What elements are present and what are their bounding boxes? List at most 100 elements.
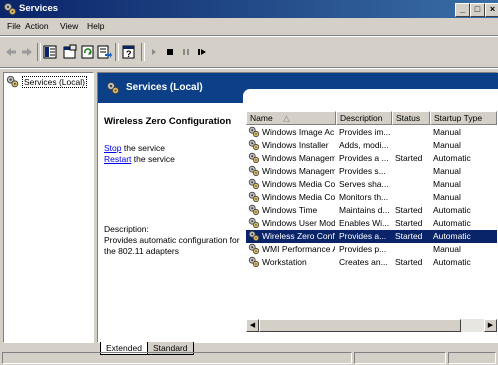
svg-text:?: ? <box>126 49 132 59</box>
column-name-label: Name <box>250 113 273 123</box>
table-row[interactable]: Workstation Creates an... Started Automatic <box>246 256 497 269</box>
toolbar: ? <box>0 37 498 67</box>
service-name: Wireless Zero Configuration <box>104 116 232 127</box>
stop-icon[interactable] <box>162 44 178 60</box>
service-description-cell: Provides s... <box>339 166 386 176</box>
table-row[interactable]: Windows Managem... Provides a ... Started A… <box>246 152 497 165</box>
close-button[interactable]: × <box>485 3 498 17</box>
stop-suffix: the service <box>121 143 165 153</box>
service-name-cell: Wireless Zero Confi... <box>262 231 335 241</box>
gears-icon <box>6 75 19 88</box>
pause-icon[interactable] <box>178 44 194 60</box>
service-status-cell: Started <box>395 218 423 228</box>
menu-bar: File Action View Help <box>0 18 498 35</box>
description-label: Description: <box>104 224 149 234</box>
service-startup-cell: Manual <box>433 140 461 150</box>
scroll-thumb[interactable] <box>259 319 461 332</box>
description-text: Provides automatic configuration for the… <box>104 235 240 256</box>
service-name-cell: Windows Media Con... <box>262 192 335 202</box>
refresh-icon[interactable] <box>80 44 96 60</box>
column-header-description[interactable]: Description <box>336 111 392 125</box>
service-status-cell: Started <box>395 257 423 267</box>
show-hide-tree-icon[interactable] <box>42 44 58 60</box>
service-startup-cell: Manual <box>433 166 461 176</box>
column-header-status[interactable]: Status <box>392 111 430 125</box>
pane-title: Services (Local) <box>126 82 203 93</box>
stop-service-link[interactable]: Stop <box>104 143 122 153</box>
service-gear-icon <box>248 191 260 203</box>
minimize-button[interactable]: _ <box>455 3 470 17</box>
service-name-cell: Windows Managem... <box>262 166 335 176</box>
window-title: Services <box>19 3 59 14</box>
table-row[interactable]: WMI Performance A... Provides p... Manual <box>246 243 497 256</box>
horizontal-scrollbar[interactable]: ◀ ▶ <box>246 319 497 332</box>
back-icon[interactable] <box>3 44 19 60</box>
service-description-cell: Adds, modi... <box>339 140 389 150</box>
service-description-cell: Creates an... <box>339 257 388 267</box>
service-startup-cell: Automatic <box>433 231 471 241</box>
column-header-name[interactable]: Name △ <box>246 111 336 125</box>
restart-suffix: the service <box>131 154 175 164</box>
service-description-cell: Serves sha... <box>339 179 389 189</box>
menu-action[interactable]: Action <box>25 21 49 31</box>
restart-icon[interactable] <box>194 44 210 60</box>
service-status-cell: Started <box>395 153 423 163</box>
toolbar-separator <box>115 43 119 61</box>
table-row[interactable]: Windows Installer Adds, modi... Manual <box>246 139 497 152</box>
service-gear-icon <box>248 230 260 242</box>
service-description-cell: Monitors th... <box>339 192 389 202</box>
maximize-button[interactable]: □ <box>470 3 485 17</box>
status-panel-3 <box>448 352 496 364</box>
toolbar-separator <box>37 43 41 61</box>
service-actions: Stop the service Restart the service <box>104 143 175 165</box>
start-icon[interactable] <box>146 44 162 60</box>
service-startup-cell: Automatic <box>433 205 471 215</box>
service-startup-cell: Manual <box>433 192 461 202</box>
title-bar[interactable]: Services _ □ × <box>0 0 498 18</box>
table-row[interactable]: Windows Managem... Provides s... Manual <box>246 165 497 178</box>
scroll-left-button[interactable]: ◀ <box>246 319 259 332</box>
service-description-cell: Provides a ... <box>339 153 389 163</box>
table-row[interactable]: Windows Media Con... Monitors th... Manual <box>246 191 497 204</box>
tree-pane[interactable]: Services (Local) <box>3 72 94 343</box>
service-gear-icon <box>248 165 260 177</box>
restart-service-link[interactable]: Restart <box>104 154 131 164</box>
table-row[interactable]: Windows Image Ac... Provides im... Manual <box>246 126 497 139</box>
service-gear-icon <box>248 256 260 268</box>
gears-icon <box>3 2 17 16</box>
service-name-cell: Windows Image Ac... <box>262 127 335 137</box>
menu-help[interactable]: Help <box>87 21 104 31</box>
service-startup-cell: Automatic <box>433 153 471 163</box>
menu-view[interactable]: View <box>60 21 78 31</box>
status-panel-main <box>2 352 352 364</box>
service-startup-cell: Automatic <box>433 257 471 267</box>
help-icon[interactable]: ? <box>121 44 137 60</box>
service-name-cell: Windows User Mod... <box>262 218 335 228</box>
services-list[interactable]: Name △ Description Status Startup Type W… <box>246 111 497 333</box>
table-row[interactable]: Wireless Zero Confi... Provides a... Start… <box>246 230 497 243</box>
service-startup-cell: Manual <box>433 244 461 254</box>
column-header-startup-type[interactable]: Startup Type <box>430 111 497 125</box>
service-gear-icon <box>248 243 260 255</box>
tree-node-label: Services (Local) <box>22 76 87 88</box>
toolbar-separator <box>141 43 145 61</box>
service-description-cell: Provides p... <box>339 244 387 254</box>
service-name-cell: Windows Media Con... <box>262 179 335 189</box>
export-list-icon[interactable] <box>96 44 112 60</box>
toolbar-divider <box>0 67 498 69</box>
properties-icon[interactable] <box>62 44 78 60</box>
forward-icon[interactable] <box>19 44 35 60</box>
service-description-cell: Provides a... <box>339 231 387 241</box>
menu-file[interactable]: File <box>7 21 21 31</box>
gears-icon <box>106 81 120 95</box>
table-row[interactable]: Windows Time Maintains d... Started Automat… <box>246 204 497 217</box>
service-description-cell: Maintains d... <box>339 205 390 215</box>
service-gear-icon <box>248 152 260 164</box>
service-name-cell: Windows Managem... <box>262 153 335 163</box>
scroll-right-button[interactable]: ▶ <box>484 319 497 332</box>
table-row[interactable]: Windows User Mod... Enables Wi... Started A… <box>246 217 497 230</box>
service-name-cell: Windows Time <box>262 205 318 215</box>
service-status-cell: Started <box>395 205 423 215</box>
service-name-cell: Windows Installer <box>262 140 329 150</box>
table-row[interactable]: Windows Media Con... Serves sha... Manual <box>246 178 497 191</box>
